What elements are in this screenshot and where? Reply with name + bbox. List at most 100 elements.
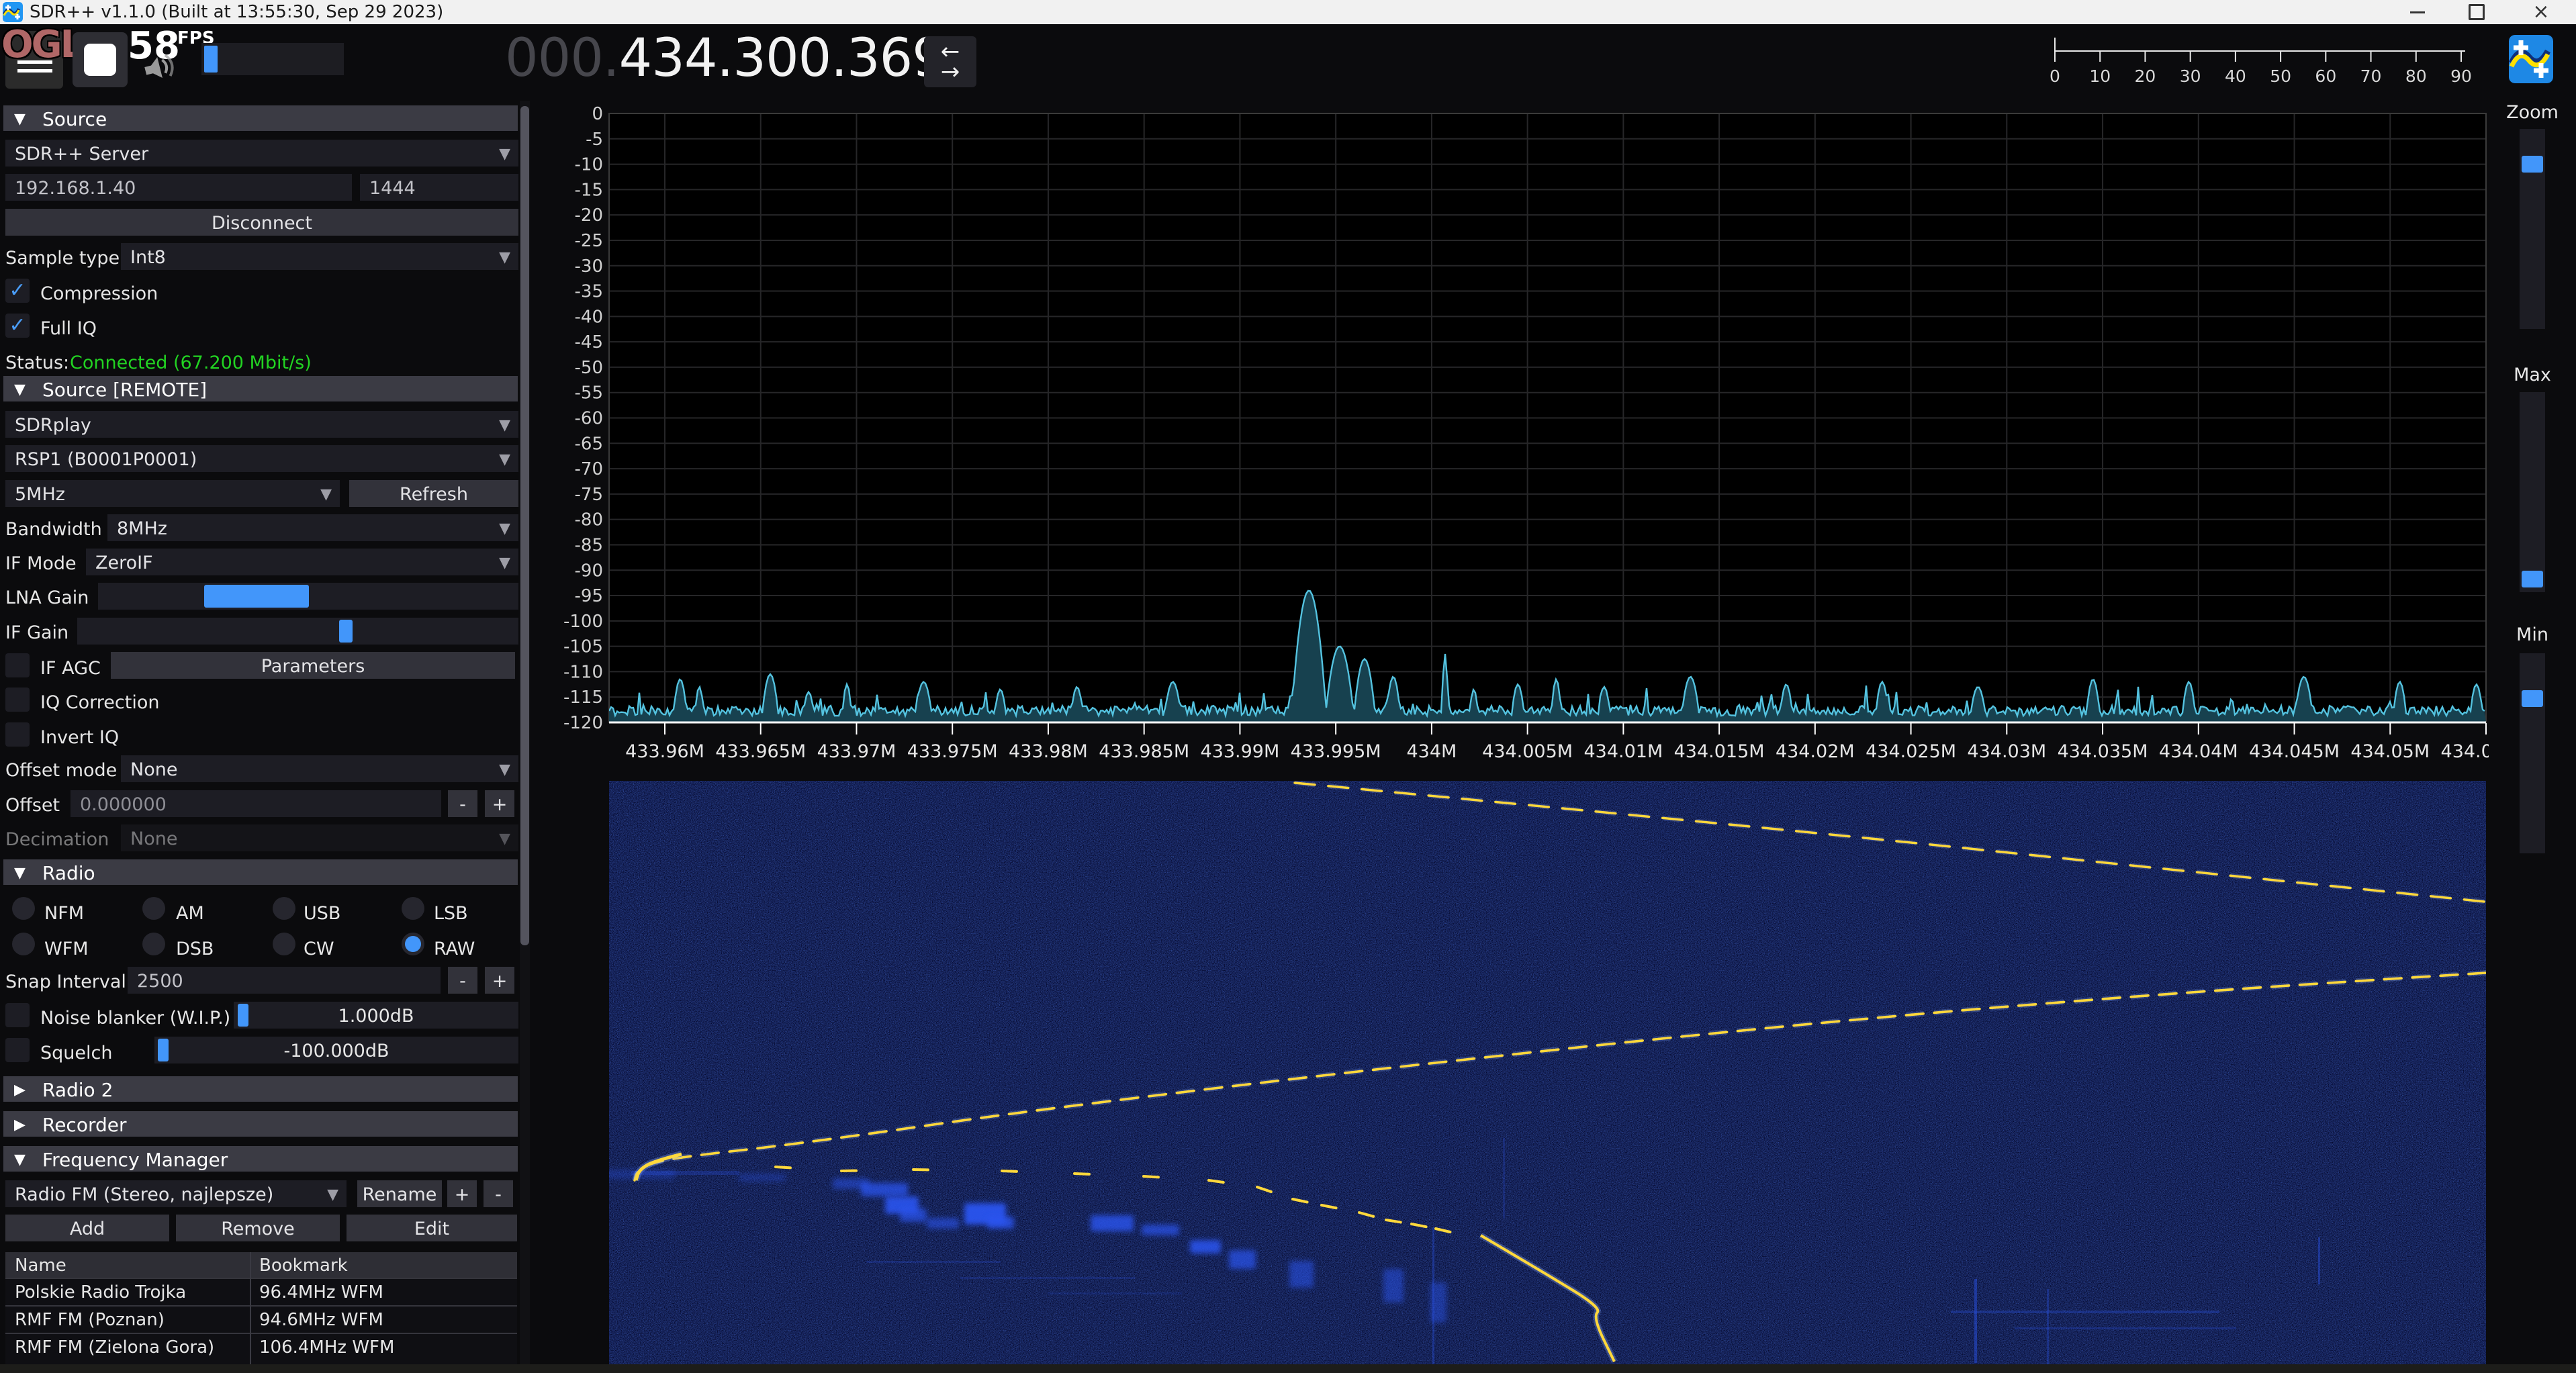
parameters-button-label: Parameters (261, 656, 365, 677)
if-mode-combo[interactable]: ZeroIF▼ (86, 549, 518, 575)
volume-slider[interactable] (201, 43, 344, 75)
min-slider-handle[interactable] (2522, 690, 2543, 707)
bookmark-name: Polskie Radio Trojka (15, 1282, 186, 1303)
offset-mode-combo[interactable]: None▼ (121, 755, 518, 782)
swap-button[interactable]: ← → (924, 36, 976, 87)
invert-iq-checkbox-label: Invert IQ (40, 727, 119, 748)
fft-plot[interactable]: 0-5-10-15-20-25-30-35-40-45-50-55-60-65-… (531, 101, 2489, 767)
add-bookmark-button[interactable]: Add (5, 1215, 169, 1241)
offset-field[interactable]: 0.000000 (71, 790, 441, 817)
volume-slider-handle[interactable] (204, 46, 218, 73)
fft-db-label: -90 (575, 561, 603, 581)
snap-plus-button[interactable]: + (485, 967, 514, 994)
fft-freq-label: 433.995M (1291, 741, 1381, 762)
sidebar-scrollbar[interactable] (520, 101, 530, 1364)
refresh-button[interactable]: Refresh (349, 480, 518, 507)
waterfall[interactable] (609, 781, 2486, 1364)
snap-interval-field[interactable]: 2500 (128, 967, 441, 994)
snap-minus-button[interactable]: - (448, 967, 477, 994)
samplerate-combo[interactable]: 5MHz▼ (5, 480, 340, 507)
invert-iq-checkbox[interactable] (5, 722, 30, 747)
offset-plus-button[interactable]: + (485, 790, 514, 817)
remove-bookmark-button[interactable]: Remove (176, 1215, 340, 1241)
bookmark-name: RMF FM (Poznan) (15, 1310, 165, 1330)
stop-button[interactable] (73, 32, 128, 87)
radio-mode-usb[interactable] (273, 897, 295, 920)
squelch-slider[interactable]: -100.000dB (154, 1037, 518, 1063)
disconnect-button[interactable]: Disconnect (5, 209, 518, 236)
noise-blanker-slider[interactable]: 1.000dB (234, 1002, 518, 1029)
mute-icon[interactable] (142, 51, 180, 86)
column-header-name[interactable]: Name (15, 1256, 66, 1276)
lna-gain-slider[interactable] (98, 583, 518, 610)
zoom-slider[interactable] (2520, 129, 2545, 329)
sidebar-scrollbar-thumb[interactable] (520, 106, 529, 945)
sdrpp-logo-button[interactable] (2509, 35, 2553, 83)
recorder-panel-header[interactable]: ▶Recorder (3, 1111, 518, 1137)
server-ip-field[interactable]: 192.168.1.40 (5, 174, 352, 201)
remote-source-panel-header[interactable]: ▼Source [REMOTE] (3, 376, 518, 401)
edit-bookmark-button[interactable]: Edit (347, 1215, 517, 1241)
parameters-button[interactable]: Parameters (111, 652, 515, 679)
bookmark-name: RMF FM (Zielona Gora) (15, 1337, 214, 1358)
if-gain-slider-handle[interactable] (339, 620, 353, 643)
fft-db-label: -85 (575, 535, 603, 555)
max-slider[interactable] (2520, 392, 2545, 592)
max-slider-handle[interactable] (2522, 571, 2543, 587)
frequency-display[interactable]: 000.434.300.369 (505, 28, 945, 89)
rename-list-button-label: Rename (363, 1184, 437, 1205)
noise-blanker-checkbox[interactable] (5, 1003, 30, 1027)
offset-minus-button[interactable]: - (448, 790, 477, 817)
source-type-combo[interactable]: SDR++ Server▼ (5, 140, 518, 167)
iq-correction-checkbox[interactable] (5, 688, 30, 712)
fft-freq-label: 433.97M (817, 741, 896, 762)
fft-freq-label: 433.975M (907, 741, 998, 762)
server-ip-field-value: 192.168.1.40 (15, 178, 136, 199)
min-slider[interactable] (2520, 653, 2545, 853)
frequency-manager-panel-header[interactable]: ▼Frequency Manager (3, 1146, 518, 1172)
server-port-field[interactable]: 1444 (360, 174, 518, 201)
remove-list-button[interactable]: - (484, 1180, 513, 1207)
source-panel-header[interactable]: ▼Source (3, 105, 518, 131)
table-row[interactable]: Polskie Radio Trojka96.4MHz WFM (5, 1278, 517, 1307)
decimation-combo[interactable]: None▼ (121, 824, 518, 851)
snap-minus-button-label: - (459, 971, 466, 992)
radio-mode-dsb[interactable] (142, 933, 165, 955)
radio2-panel-header-label: Radio 2 (42, 1079, 113, 1101)
compression-checkbox[interactable]: ✓ (5, 279, 30, 303)
sweep-dash (1144, 1176, 1158, 1177)
if-agc-checkbox[interactable] (5, 653, 30, 677)
radio-mode-am[interactable] (142, 897, 165, 920)
remote-driver-combo[interactable]: SDRplay▼ (5, 411, 518, 438)
radio-mode-raw[interactable] (402, 933, 424, 955)
if-gain-slider[interactable] (77, 618, 518, 645)
sample-type-combo[interactable]: Int8▼ (121, 243, 518, 270)
column-header-bookmark[interactable]: Bookmark (259, 1256, 348, 1276)
squelch-checkbox[interactable] (5, 1038, 30, 1062)
if-mode-label: IF Mode (5, 553, 77, 574)
maximize-button[interactable] (2450, 0, 2503, 24)
waterfall-faint-signal (1974, 1279, 1977, 1363)
table-row[interactable]: RMF FM (Poznan)94.6MHz WFM (5, 1305, 517, 1334)
radio-panel-header[interactable]: ▼Radio (3, 859, 518, 885)
lna-gain-slider-handle[interactable] (204, 585, 309, 608)
radio-mode-cw[interactable] (273, 933, 295, 955)
radio2-panel-header[interactable]: ▶Radio 2 (3, 1076, 518, 1102)
radio-mode-wfm[interactable] (12, 933, 35, 955)
minimize-button[interactable] (2391, 0, 2444, 24)
waterfall-signal-blob (1383, 1269, 1404, 1303)
radio-mode-nfm[interactable] (12, 897, 35, 920)
compression-checkbox-check-icon: ✓ (9, 279, 26, 302)
add-list-button[interactable]: + (447, 1180, 477, 1207)
radio-mode-lsb[interactable] (402, 897, 424, 920)
remote-device-combo[interactable]: RSP1 (B0001P0001)▼ (5, 445, 518, 472)
full-iq-checkbox[interactable]: ✓ (5, 314, 30, 338)
close-button[interactable]: × (2514, 0, 2568, 24)
fft-freq-label: 434.025M (1866, 741, 1956, 762)
waterfall-signal-blob (987, 1217, 1014, 1229)
bookmark-list-combo[interactable]: Radio FM (Stereo, najlepsze)▼ (5, 1180, 347, 1207)
bandwidth-combo[interactable]: 8MHz▼ (107, 514, 518, 541)
rename-list-button[interactable]: Rename (357, 1180, 442, 1207)
table-row[interactable]: RMF FM (Zielona Gora)106.4MHz WFM (5, 1333, 517, 1362)
zoom-slider-handle[interactable] (2522, 156, 2543, 173)
